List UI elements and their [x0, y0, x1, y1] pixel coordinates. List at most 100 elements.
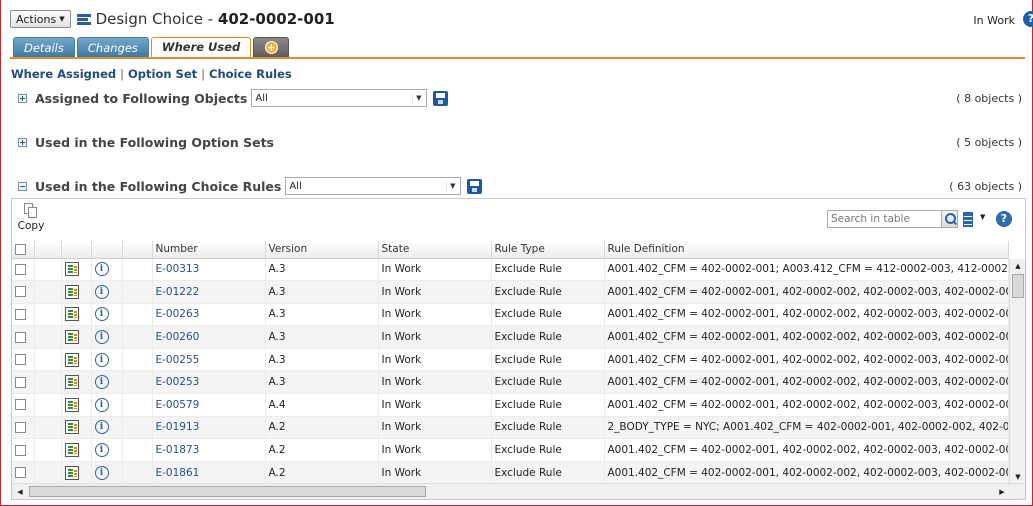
choice-rules-filter-select[interactable]: All ▼ [285, 177, 462, 195]
tab-where-used[interactable]: Where Used [150, 37, 252, 58]
rule-structure-icon[interactable] [64, 375, 79, 390]
rule-structure-icon[interactable] [64, 330, 79, 345]
rule-structure-icon[interactable] [64, 307, 79, 322]
row-checkbox[interactable] [15, 376, 26, 388]
copy-icon [24, 203, 38, 218]
info-icon[interactable]: i [94, 352, 109, 367]
table-row: i E-00579 A.4 In Work Exclude Rule A001.… [12, 393, 1009, 417]
copy-button[interactable]: Copy [16, 203, 46, 232]
row-checkbox[interactable] [15, 467, 26, 479]
rule-number-link[interactable]: E-01913 [152, 416, 266, 440]
tab-changes[interactable]: Changes [76, 37, 149, 57]
row-checkbox[interactable] [15, 354, 26, 366]
column-header-version[interactable]: Version [265, 241, 379, 259]
table-row: i E-00255 A.3 In Work Exclude Rule A001.… [12, 348, 1009, 372]
rule-structure-icon[interactable] [64, 465, 79, 480]
tab-details[interactable]: Details [13, 37, 75, 57]
rule-structure-icon[interactable] [64, 262, 79, 277]
state-cell: In Work [378, 258, 492, 282]
rule-number-link[interactable]: E-01873 [152, 438, 266, 462]
rule-number-link[interactable]: E-00260 [152, 325, 266, 349]
filter-value: All [255, 92, 268, 104]
title-number: 402-0002-001 [217, 10, 335, 28]
row-checkbox[interactable] [15, 286, 26, 298]
info-icon[interactable]: i [94, 375, 109, 390]
add-tab-button[interactable]: + [253, 37, 290, 57]
save-icon[interactable] [433, 90, 449, 106]
info-icon[interactable]: i [94, 420, 109, 435]
rule-number-link[interactable]: E-00263 [152, 303, 266, 327]
info-icon[interactable]: i [94, 307, 109, 322]
rule-number-link[interactable]: E-00313 [152, 258, 266, 282]
info-icon[interactable]: i [94, 443, 109, 458]
rule-definition-cell: A001.402_CFM = 402-0002-001, 402-0002-00… [604, 348, 1009, 372]
table-row: i E-00313 A.3 In Work Exclude Rule A001.… [12, 258, 1009, 282]
info-icon[interactable]: i [94, 397, 109, 412]
column-header-rule-definition[interactable]: Rule Definition [604, 241, 1009, 259]
chevron-down-icon[interactable]: ▼ [980, 213, 985, 221]
scroll-up-icon[interactable]: ▲ [1011, 259, 1025, 273]
version-cell: A.3 [265, 280, 379, 304]
scroll-thumb[interactable] [29, 486, 426, 497]
row-checkbox[interactable] [15, 399, 26, 411]
rule-structure-icon[interactable] [64, 397, 79, 412]
info-icon[interactable]: i [94, 465, 109, 480]
select-all-checkbox[interactable] [15, 243, 26, 255]
rule-number-link[interactable]: E-00255 [152, 348, 266, 372]
version-cell: A.3 [265, 370, 379, 395]
save-icon[interactable] [467, 178, 483, 194]
vertical-scrollbar[interactable]: ▲ ▼ [1009, 259, 1025, 484]
rule-structure-icon[interactable] [64, 443, 79, 458]
column-settings-icon[interactable] [963, 212, 973, 227]
help-icon[interactable]: ? [996, 211, 1012, 227]
scroll-right-icon[interactable]: ▶ [995, 485, 1009, 499]
link-option-set[interactable]: Option Set [128, 67, 197, 81]
rule-type-cell: Exclude Rule [491, 416, 605, 440]
rule-type-cell: Exclude Rule [491, 348, 605, 372]
row-checkbox[interactable] [15, 308, 26, 320]
rule-number-link[interactable]: E-01222 [152, 280, 266, 304]
state-cell: In Work [378, 416, 492, 440]
rule-structure-icon[interactable] [64, 352, 79, 367]
row-checkbox[interactable] [15, 331, 26, 343]
table-row: i E-00253 A.3 In Work Exclude Rule A001.… [12, 370, 1009, 395]
info-icon[interactable]: i [94, 330, 109, 345]
rule-type-cell: Exclude Rule [491, 438, 605, 462]
horizontal-scrollbar[interactable]: ◀ ▶ [12, 483, 1025, 499]
link-where-assigned[interactable]: Where Assigned [11, 67, 116, 81]
table-row: i E-00263 A.3 In Work Exclude Rule A001.… [12, 303, 1009, 327]
expand-icon[interactable]: + [18, 93, 27, 103]
choice-rules-table: Number Version State Rule Type Rule Defi… [12, 241, 1009, 485]
rule-structure-icon[interactable] [64, 420, 79, 435]
row-checkbox[interactable] [15, 263, 26, 275]
link-choice-rules[interactable]: Choice Rules [209, 67, 292, 81]
row-checkbox[interactable] [15, 421, 26, 433]
info-icon[interactable]: i [94, 284, 109, 299]
rule-definition-cell: A001.402_CFM = 402-0002-001; A003.412_CF… [604, 258, 1009, 282]
expand-icon[interactable]: + [18, 137, 27, 147]
column-header-number[interactable]: Number [152, 241, 266, 259]
row-checkbox[interactable] [15, 444, 26, 456]
actions-menu-button[interactable]: Actions ▼ [10, 10, 71, 28]
version-cell: A.2 [265, 416, 379, 440]
collapse-icon[interactable]: − [18, 181, 27, 191]
rule-structure-icon[interactable] [64, 284, 79, 299]
column-header-rule-type[interactable]: Rule Type [491, 241, 605, 259]
scroll-left-icon[interactable]: ◀ [13, 485, 27, 499]
rule-number-link[interactable]: E-00579 [152, 393, 266, 417]
info-icon[interactable]: i [94, 262, 109, 277]
column-header-state[interactable]: State [378, 241, 492, 259]
rule-definition-cell: A001.402_CFM = 402-0002-001, 402-0002-00… [604, 393, 1009, 417]
assigned-filter-select[interactable]: All ▼ [251, 89, 428, 107]
search-icon[interactable] [941, 210, 958, 228]
object-count: ( 63 objects ) [949, 179, 1022, 193]
choice-rules-table-panel: Copy ▼ ? Number Version State Rule Type … [11, 198, 1026, 500]
tab-underline [10, 57, 1025, 59]
scroll-thumb[interactable] [1012, 274, 1024, 298]
table-search-input[interactable] [827, 210, 942, 228]
rule-number-link[interactable]: E-01861 [152, 461, 266, 485]
rule-number-link[interactable]: E-00253 [152, 370, 266, 395]
help-icon[interactable]: ? [1023, 11, 1033, 27]
scroll-down-icon[interactable]: ▼ [1011, 470, 1025, 484]
page-header: Actions ▼ Design Choice - 402-0002-001 [10, 8, 335, 30]
